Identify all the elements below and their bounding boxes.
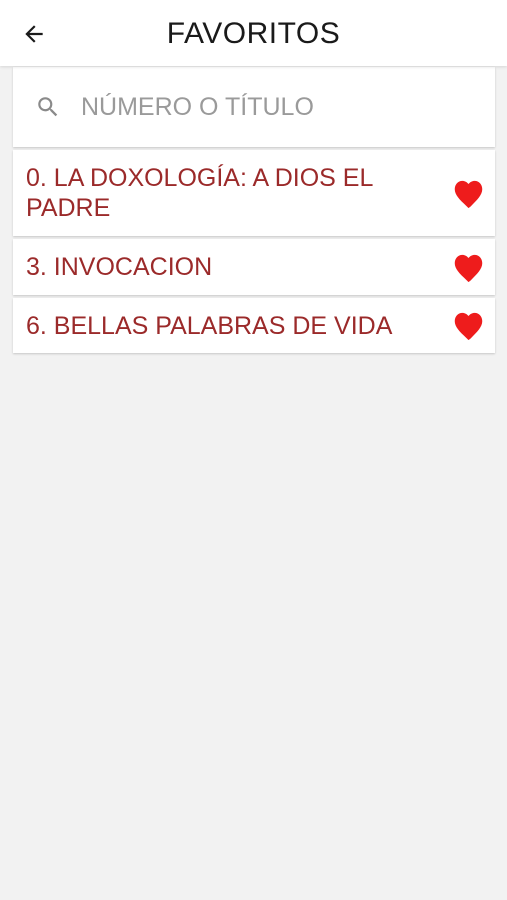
- favorite-item[interactable]: 0. LA DOXOLOGÍA: A DIOS EL PADRE: [13, 150, 495, 236]
- heart-icon[interactable]: [451, 252, 485, 282]
- favorite-item-label: 6. BELLAS PALABRAS DE VIDA: [26, 311, 393, 340]
- search-bar: [13, 67, 495, 147]
- app-bar: FAVORITOS: [0, 0, 507, 66]
- favorite-item-label: 3. INVOCACION: [26, 253, 213, 281]
- favorite-item[interactable]: 3. INVOCACION: [13, 239, 495, 295]
- favorite-item[interactable]: 6. BELLAS PALABRAS DE VIDA: [13, 298, 495, 353]
- heart-icon[interactable]: [451, 178, 485, 208]
- page-title: FAVORITOS: [166, 17, 341, 50]
- heart-icon[interactable]: [451, 311, 485, 341]
- favorites-screen: FAVORITOS 0. LA DOXOLOGÍA: A DIOS EL PAD…: [0, 0, 507, 900]
- search-input[interactable]: [81, 92, 481, 122]
- search-icon: [35, 94, 61, 120]
- favorite-item-label: 0. LA DOXOLOGÍA: A DIOS EL PADRE: [26, 164, 373, 222]
